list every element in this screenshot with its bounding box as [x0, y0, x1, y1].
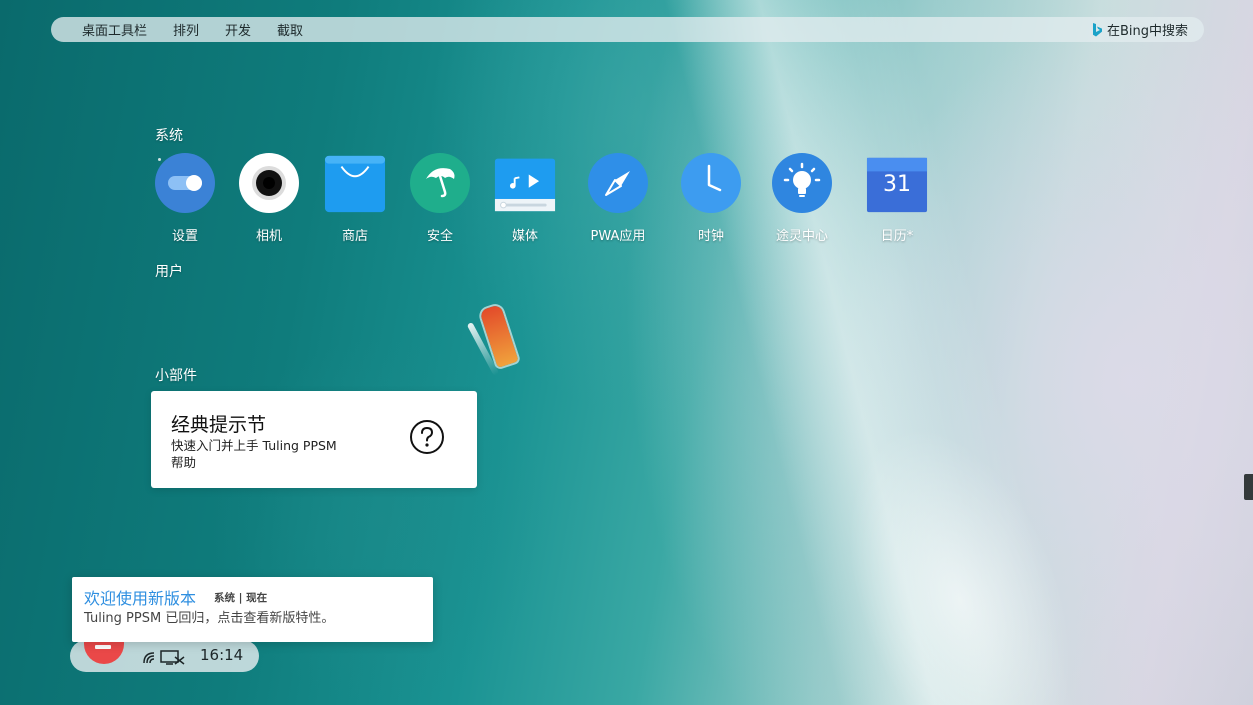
- section-title-system: 系统: [155, 128, 183, 144]
- toggle-icon: [155, 153, 215, 213]
- notification-toast[interactable]: 欢迎使用新版本 系统 | 现在 Tuling PPSM 已回归，点击查看新版特性…: [72, 577, 433, 642]
- tips-widget[interactable]: 经典提示节 快速入门并上手 Tuling PPSM 帮助: [151, 391, 477, 488]
- compass-icon: [588, 153, 648, 213]
- bing-search-button[interactable]: 在Bing中搜索: [1091, 20, 1188, 39]
- menu-capture[interactable]: 截取: [264, 17, 316, 42]
- right-edge-handle[interactable]: [1244, 474, 1253, 500]
- clock-icon: [681, 153, 741, 213]
- app-label: 相机: [255, 229, 282, 244]
- shopping-bag-icon: [324, 155, 386, 213]
- notification-title: 欢迎使用新版本: [84, 589, 197, 608]
- app-security[interactable]: 安全: [395, 152, 485, 244]
- app-label: PWA应用: [590, 229, 646, 244]
- app-label: 时钟: [697, 229, 724, 244]
- app-tuling-center[interactable]: 途灵中心: [757, 152, 847, 244]
- umbrella-icon: [410, 153, 470, 213]
- app-label: 安全: [426, 229, 453, 244]
- network-status-icon[interactable]: [142, 647, 186, 665]
- bing-icon: [1092, 22, 1102, 36]
- app-pwa[interactable]: PWA应用: [573, 152, 663, 244]
- app-label: 日历*: [880, 229, 914, 244]
- section-title-user: 用户: [155, 264, 183, 280]
- help-question-icon[interactable]: [409, 419, 445, 455]
- app-calendar[interactable]: 31 日历*: [852, 152, 942, 244]
- app-media[interactable]: 媒体: [480, 152, 570, 244]
- app-settings[interactable]: 设置: [140, 152, 230, 244]
- app-label: 途灵中心: [775, 229, 828, 244]
- toolbar-menu: 桌面工具栏 排列 开发 截取: [51, 17, 316, 42]
- camera-lens-icon: [239, 153, 299, 213]
- taskbar: 16:14: [70, 634, 259, 672]
- taskbar-clock[interactable]: 16:14: [200, 646, 243, 664]
- media-player-icon: [494, 158, 556, 212]
- app-label: 设置: [171, 229, 198, 244]
- widget-title: 经典提示节: [171, 414, 267, 436]
- notification-meta: 系统 | 现在: [214, 592, 268, 604]
- menu-arrange[interactable]: 排列: [160, 17, 212, 42]
- app-label: 商店: [341, 229, 368, 244]
- section-title-widgets: 小部件: [155, 368, 197, 384]
- menu-develop[interactable]: 开发: [212, 17, 264, 42]
- calendar-day: 31: [883, 172, 911, 197]
- notification-body: Tuling PPSM 已回归，点击查看新版特性。: [84, 611, 335, 626]
- app-label: 媒体: [511, 229, 538, 244]
- app-camera[interactable]: 相机: [224, 152, 314, 244]
- desktop-toolbar: 桌面工具栏 排列 开发 截取 在Bing中搜索: [51, 17, 1204, 42]
- bing-search-label: 在Bing中搜索: [1106, 24, 1188, 39]
- app-clock[interactable]: 时钟: [666, 152, 756, 244]
- widget-help-link[interactable]: 帮助: [171, 452, 196, 471]
- lightbulb-icon: [772, 153, 832, 213]
- menu-desktop-toolbar[interactable]: 桌面工具栏: [69, 17, 160, 42]
- app-store[interactable]: 商店: [310, 152, 400, 244]
